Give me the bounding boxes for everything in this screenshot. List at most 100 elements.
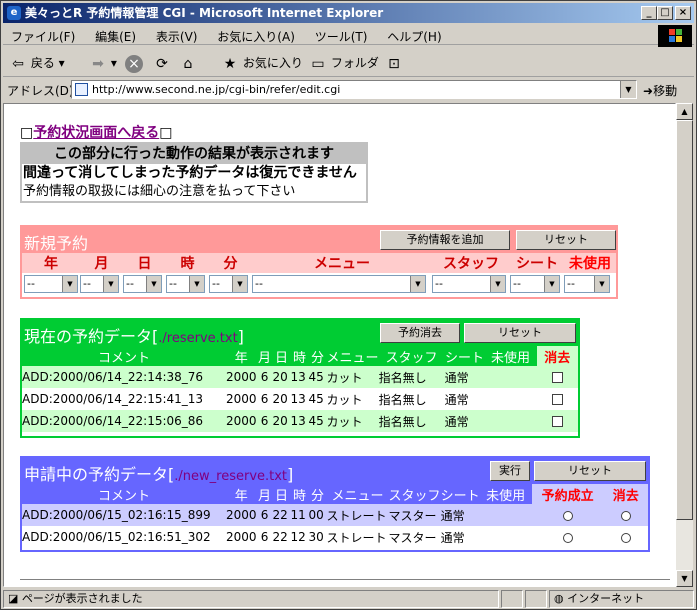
title-bar: e 美々っとR 予約情報管理 CGI - Microsoft Internet … xyxy=(3,3,694,23)
scroll-up-icon[interactable]: ▲ xyxy=(676,103,693,120)
go-arrow-icon: ➜ xyxy=(643,84,654,98)
current-reset-button[interactable]: リセット xyxy=(464,323,576,343)
col-delete: 消去 xyxy=(536,346,578,366)
col-day: 日 xyxy=(272,346,291,366)
stop-icon: × xyxy=(125,54,143,73)
menu-file[interactable]: ファイル(F) xyxy=(3,25,83,45)
scroll-thumb[interactable] xyxy=(676,120,693,520)
delete-checkbox[interactable] xyxy=(551,372,563,383)
back-link-row: □予約状況画面へ戻る□ xyxy=(20,122,172,142)
forward-button[interactable]: ➡ ▾ xyxy=(89,52,117,74)
day-select[interactable]: -- ▼ xyxy=(123,275,162,293)
windows-logo-icon xyxy=(658,25,692,47)
ie-icon: e xyxy=(7,6,21,20)
menu-edit[interactable]: 編集(E) xyxy=(87,25,144,45)
header-unused: 未使用 xyxy=(564,253,616,273)
chevron-down-icon: ▼ xyxy=(490,276,505,292)
maximize-button[interactable]: □ xyxy=(657,6,673,20)
col-unused: 未使用 xyxy=(479,484,532,504)
add-reservation-button[interactable]: 予約情報を追加 xyxy=(380,230,510,250)
current-reservation-title: 現在の予約データ xyxy=(24,327,153,346)
header-staff: スタッフ xyxy=(432,253,510,273)
page-done-icon: ◪ xyxy=(8,592,19,605)
back-button[interactable]: ⇦ 戻る ▾ xyxy=(9,52,65,74)
delete-checkbox[interactable] xyxy=(551,416,563,427)
col-year: 年 xyxy=(226,484,257,504)
col-staff: スタッフ xyxy=(378,346,445,366)
col-comment: コメント xyxy=(22,346,226,366)
header-month: 月 xyxy=(80,253,123,273)
address-label: アドレス(D) xyxy=(7,84,74,98)
pending-reservation-table: コメント 年 月 日 時 分 メニュー スタッフ シート 未使用 予約成立 消去… xyxy=(22,484,648,548)
delete-reservation-button[interactable]: 予約消去 xyxy=(380,323,460,343)
refresh-button[interactable]: ⟳ xyxy=(153,52,171,74)
unused-select[interactable]: -- ▼ xyxy=(564,275,610,293)
chevron-down-icon: ▼ xyxy=(232,276,247,292)
vertical-scrollbar[interactable]: ▲ ▼ xyxy=(676,103,693,587)
minute-select[interactable]: -- ▼ xyxy=(209,275,248,293)
info-warning: 間違って消してしまった予約データは復元できません xyxy=(23,165,357,181)
address-input[interactable]: http://www.second.ne.jp/cgi-bin/refer/ed… xyxy=(71,80,637,99)
col-minute: 分 xyxy=(308,484,327,504)
address-dropdown-icon[interactable]: ▼ xyxy=(620,81,636,98)
confirm-radio[interactable] xyxy=(562,532,573,543)
header-menu: メニュー xyxy=(252,253,432,273)
chevron-down-icon: ▼ xyxy=(544,276,559,292)
menu-view[interactable]: 表示(V) xyxy=(148,25,206,45)
page-icon xyxy=(75,83,88,96)
new-reservation-panel: 新規予約 予約情報を追加 リセット 年 月 日 時 分 メニュー スタッフ シー… xyxy=(20,225,618,299)
pending-reservation-panel: 申請中の予約データ[./new_reserve.txt] 実行 リセット コメン… xyxy=(20,456,650,552)
staff-select[interactable]: -- ▼ xyxy=(432,275,506,293)
close-button[interactable]: × xyxy=(675,6,691,20)
new-reset-button[interactable]: リセット xyxy=(516,230,616,250)
favorites-icon: ★ xyxy=(223,55,237,72)
status-bar: ◪ ページが表示されました ◍ インターネット xyxy=(3,589,694,609)
info-header: この部分に行った動作の結果が表示されます xyxy=(22,144,366,164)
delete-checkbox[interactable] xyxy=(551,394,563,405)
month-select[interactable]: -- ▼ xyxy=(80,275,119,293)
go-button[interactable]: ➜移動 xyxy=(643,82,677,99)
hour-select[interactable]: -- ▼ xyxy=(166,275,205,293)
menu-tools[interactable]: ツール(T) xyxy=(307,25,376,45)
zone-text: インターネット xyxy=(567,592,645,605)
back-arrow-icon: ⇦ xyxy=(12,55,24,72)
col-menu: メニュー xyxy=(326,346,379,366)
chevron-down-icon: ▼ xyxy=(594,276,609,292)
back-to-status-link[interactable]: 予約状況画面へ戻る xyxy=(33,125,159,141)
scroll-down-icon[interactable]: ▼ xyxy=(676,570,693,587)
menu-favorites[interactable]: お気に入り(A) xyxy=(209,25,303,45)
delete-radio[interactable] xyxy=(620,532,631,543)
history-button[interactable]: ⊡ xyxy=(385,52,403,74)
menu-help[interactable]: ヘルプ(H) xyxy=(379,25,449,45)
col-hour: 時 xyxy=(290,484,309,504)
box-glyph-icon: □ xyxy=(159,125,173,141)
browser-window: e 美々っとR 予約情報管理 CGI - Microsoft Internet … xyxy=(0,0,697,610)
header-day: 日 xyxy=(123,253,166,273)
run-button[interactable]: 実行 xyxy=(490,461,530,481)
folder-button[interactable]: ▭ フォルダ xyxy=(309,52,378,74)
col-staff: スタッフ xyxy=(388,484,441,504)
col-hour: 時 xyxy=(290,346,309,366)
pending-reset-button[interactable]: リセット xyxy=(534,461,646,481)
header-year: 年 xyxy=(22,253,80,273)
delete-radio[interactable] xyxy=(620,510,631,521)
toolbar: ⇦ 戻る ▾ ➡ ▾ × ⟳ ⌂ ★ お気に入り ▭ フォルダ ⊡ xyxy=(3,47,694,77)
favorites-button[interactable]: ★ お気に入り xyxy=(221,52,303,74)
chevron-down-icon: ▼ xyxy=(410,276,425,292)
window-title: 美々っとR 予約情報管理 CGI - Microsoft Internet Ex… xyxy=(25,6,384,20)
result-info-box: この部分に行った動作の結果が表示されます 間違って消してしまった予約データは復元… xyxy=(20,142,368,203)
chevron-down-icon: ▼ xyxy=(62,276,77,292)
stop-button[interactable]: × xyxy=(125,52,143,74)
table-row: ADD:2000/06/14_22:14:38_76 2000 6 20 13 … xyxy=(22,366,578,388)
home-button[interactable]: ⌂ xyxy=(179,52,197,74)
year-select[interactable]: -- ▼ xyxy=(24,275,78,293)
minimize-button[interactable]: _ xyxy=(641,6,657,20)
menu-select[interactable]: -- ▼ xyxy=(252,275,426,293)
seat-select[interactable]: -- ▼ xyxy=(510,275,560,293)
table-row: ADD:2000/06/14_22:15:06_86 2000 6 20 13 … xyxy=(22,410,578,432)
col-confirm: 予約成立 xyxy=(531,484,604,504)
new-reserve-file-link[interactable]: ./new_reserve.txt xyxy=(174,469,287,484)
confirm-radio[interactable] xyxy=(562,510,573,521)
col-month: 月 xyxy=(256,484,273,504)
reserve-file-link[interactable]: ./reserve.txt xyxy=(158,331,237,346)
